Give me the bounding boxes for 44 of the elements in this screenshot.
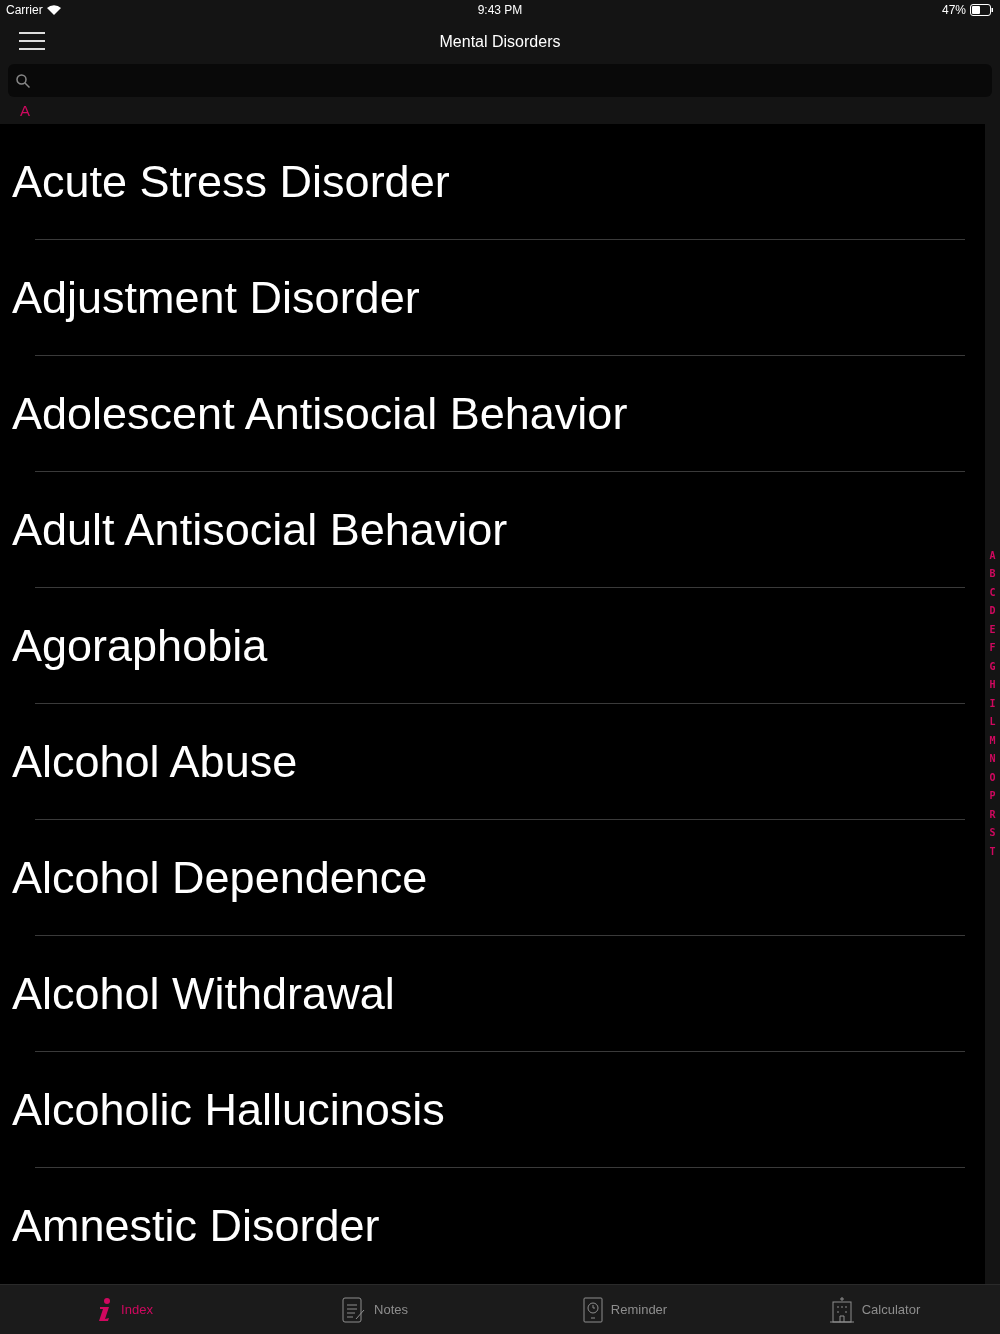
list-item[interactable]: Acute Stress Disorder [0,124,985,240]
list-item[interactable]: Alcohol Withdrawal [0,936,985,1052]
alphabet-letter[interactable]: D [989,602,996,621]
tab[interactable]: Index [0,1285,250,1334]
status-time: 9:43 PM [477,3,523,17]
list-item[interactable]: Alcohol Abuse [0,704,985,820]
battery-icon [970,4,994,16]
carrier-name: Carrier [6,3,43,17]
tab[interactable]: Reminder [500,1285,750,1334]
alphabet-letter[interactable]: E [989,620,996,640]
search-field[interactable] [8,64,992,97]
alphabet-letter[interactable]: P [989,787,996,806]
menu-button[interactable] [18,31,46,51]
search-icon [16,73,30,88]
list-item[interactable]: Agoraphobia [0,588,985,704]
alphabet-letter[interactable]: H [989,676,996,695]
alphabet-letter[interactable]: M [989,731,996,751]
alphabet-letter[interactable]: F [989,639,996,658]
list-item[interactable]: Amnestic Disorder [0,1168,985,1284]
alphabet-letter[interactable]: A [989,546,996,566]
alphabet-letter[interactable]: S [989,824,996,843]
building-icon [829,1296,854,1323]
clock-tablet-icon [582,1296,603,1323]
list-item[interactable]: Adjustment Disorder [0,240,985,356]
alphabet-letter[interactable]: R [989,805,996,825]
alphabet-letter[interactable]: L [989,713,996,732]
alphabet-letter[interactable]: T [989,842,996,862]
alphabet-letter[interactable]: O [989,768,996,788]
section-header: A [20,102,30,119]
tab[interactable]: Calculator [750,1285,1000,1334]
alphabet-letter[interactable]: B [989,565,996,584]
alphabet-letter[interactable]: C [989,583,996,603]
battery-percent: 47% [941,3,966,17]
list-item[interactable]: Alcohol Dependence [0,820,985,936]
notepad-icon [342,1296,366,1323]
screen-title: Mental Disorders [439,32,561,51]
alphabet-letter[interactable]: I [989,694,996,714]
alphabet-letter[interactable]: G [989,657,996,677]
list-item[interactable]: Adolescent Antisocial Behavior [0,356,985,472]
list-item[interactable]: Adult Antisocial Behavior [0,472,985,588]
tab[interactable]: Notes [250,1285,500,1334]
wifi-icon [46,5,61,15]
alphabet-letter[interactable]: N [989,750,996,769]
list-item[interactable]: Alcoholic Hallucinosis [0,1052,985,1168]
